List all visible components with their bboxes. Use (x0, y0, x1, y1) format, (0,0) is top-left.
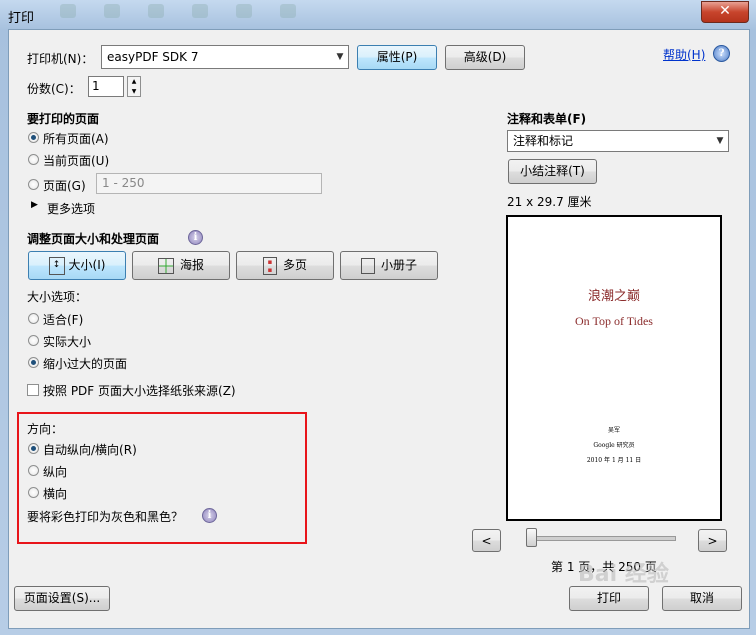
info-icon[interactable]: i (188, 230, 203, 245)
poster-icon (157, 257, 174, 274)
printer-select[interactable]: easyPDF SDK 7 ▼ (101, 45, 349, 69)
booklet-icon (360, 257, 375, 274)
print-preview: 浪潮之巅 On Top of Tides 吴军 Google 研究员 2010 … (506, 215, 722, 521)
printer-select-value: easyPDF SDK 7 (107, 50, 199, 64)
radio-auto-orientation-label: 自动纵向/横向(R) (43, 443, 137, 457)
comments-select-value: 注释和标记 (513, 134, 574, 148)
comments-select[interactable]: 注释和标记 ▼ (507, 130, 729, 152)
radio-all-pages[interactable] (28, 132, 39, 143)
tab-multiple-pages-label: 多页 (282, 258, 307, 272)
chevron-down-icon: ▼ (336, 52, 344, 62)
info-icon[interactable]: i (202, 508, 217, 523)
next-page-button[interactable]: > (698, 529, 727, 552)
paper-source-checkbox[interactable] (27, 384, 39, 396)
radio-current-page[interactable] (28, 154, 39, 165)
page-slider-track[interactable] (528, 536, 676, 541)
size-options-label: 大小选项： (27, 290, 88, 304)
advanced-button[interactable]: 高级(D) (445, 45, 525, 70)
pages-section-title: 要打印的页面 (27, 112, 100, 126)
help-icon[interactable]: ? (713, 45, 730, 62)
prev-page-button[interactable]: < (472, 529, 501, 552)
expand-triangle-icon[interactable]: ▶ (31, 200, 38, 210)
radio-fit[interactable] (28, 313, 39, 324)
tab-booklet-label: 小册子 (380, 258, 417, 272)
close-button[interactable]: ✕ (701, 1, 749, 23)
radio-portrait-label: 纵向 (43, 465, 68, 479)
properties-button[interactable]: 属性(P) (357, 45, 437, 70)
radio-actual-size[interactable] (28, 335, 39, 346)
copies-spinner[interactable]: ▲ ▼ (127, 76, 141, 97)
background-toolbar-ghost (60, 4, 380, 22)
paper-size-label: 21 x 29.7 厘米 (507, 195, 592, 209)
grayscale-question: 要将彩色打印为灰色和黑色？ (27, 510, 184, 524)
help-link[interactable]: 帮助(H) (663, 46, 705, 63)
radio-landscape[interactable] (28, 487, 39, 498)
radio-auto-orientation[interactable] (28, 443, 39, 454)
preview-author: 吴军 (607, 427, 620, 434)
preview-publisher: Google 研究员 (593, 442, 635, 449)
page-slider-thumb[interactable] (526, 528, 537, 547)
tab-poster-label: 海报 (179, 258, 204, 272)
preview-title-en: On Top of Tides (575, 314, 653, 328)
copies-label: 份数(C)： (27, 82, 81, 96)
page-range-input[interactable]: 1 - 250 (96, 173, 322, 194)
radio-page-range-label: 页面(G) (43, 179, 86, 193)
size-page-icon: ↕ (48, 256, 65, 275)
page-setup-button[interactable]: 页面设置(S)... (14, 586, 110, 611)
radio-current-page-label: 当前页面(U) (43, 154, 110, 168)
tab-poster[interactable]: 海报 (132, 251, 230, 280)
window-title: 打印 (8, 11, 35, 26)
radio-actual-size-label: 实际大小 (43, 335, 92, 349)
radio-shrink-oversized[interactable] (28, 357, 39, 368)
sizing-section-title: 调整页面大小和处理页面 (27, 232, 160, 246)
baidu-watermark-logo: Bai 经验 (578, 562, 669, 587)
cancel-button[interactable]: 取消 (662, 586, 742, 611)
copies-input[interactable]: 1 (88, 76, 124, 97)
more-options-label[interactable]: 更多选项 (47, 200, 95, 217)
orientation-title: 方向： (27, 422, 64, 436)
chevron-down-icon: ▼ (716, 136, 724, 146)
radio-page-range[interactable] (28, 179, 39, 190)
radio-shrink-oversized-label: 缩小过大的页面 (43, 357, 128, 371)
printer-label: 打印机(N)： (27, 52, 94, 66)
radio-all-pages-label: 所有页面(A) (43, 132, 109, 146)
preview-title-cn: 浪潮之巅 (587, 289, 640, 304)
tab-booklet[interactable]: 小册子 (340, 251, 438, 280)
multiple-pages-icon: ▪ ▪ (262, 256, 277, 275)
radio-portrait[interactable] (28, 465, 39, 476)
tab-multiple-pages[interactable]: ▪ ▪ 多页 (236, 251, 334, 280)
paper-source-label: 按照 PDF 页面大小选择纸张来源(Z) (43, 384, 236, 398)
print-button[interactable]: 打印 (569, 586, 649, 611)
radio-fit-label: 适合(F) (43, 313, 84, 327)
summarize-comments-button[interactable]: 小结注释(T) (508, 159, 597, 184)
preview-date: 2010 年 1 月 11 日 (586, 457, 642, 464)
comments-title: 注释和表单(F) (507, 112, 587, 126)
radio-landscape-label: 横向 (43, 487, 68, 501)
tab-size-label: 大小(I) (68, 258, 106, 272)
tab-size[interactable]: ↕ 大小(I) (28, 251, 126, 280)
